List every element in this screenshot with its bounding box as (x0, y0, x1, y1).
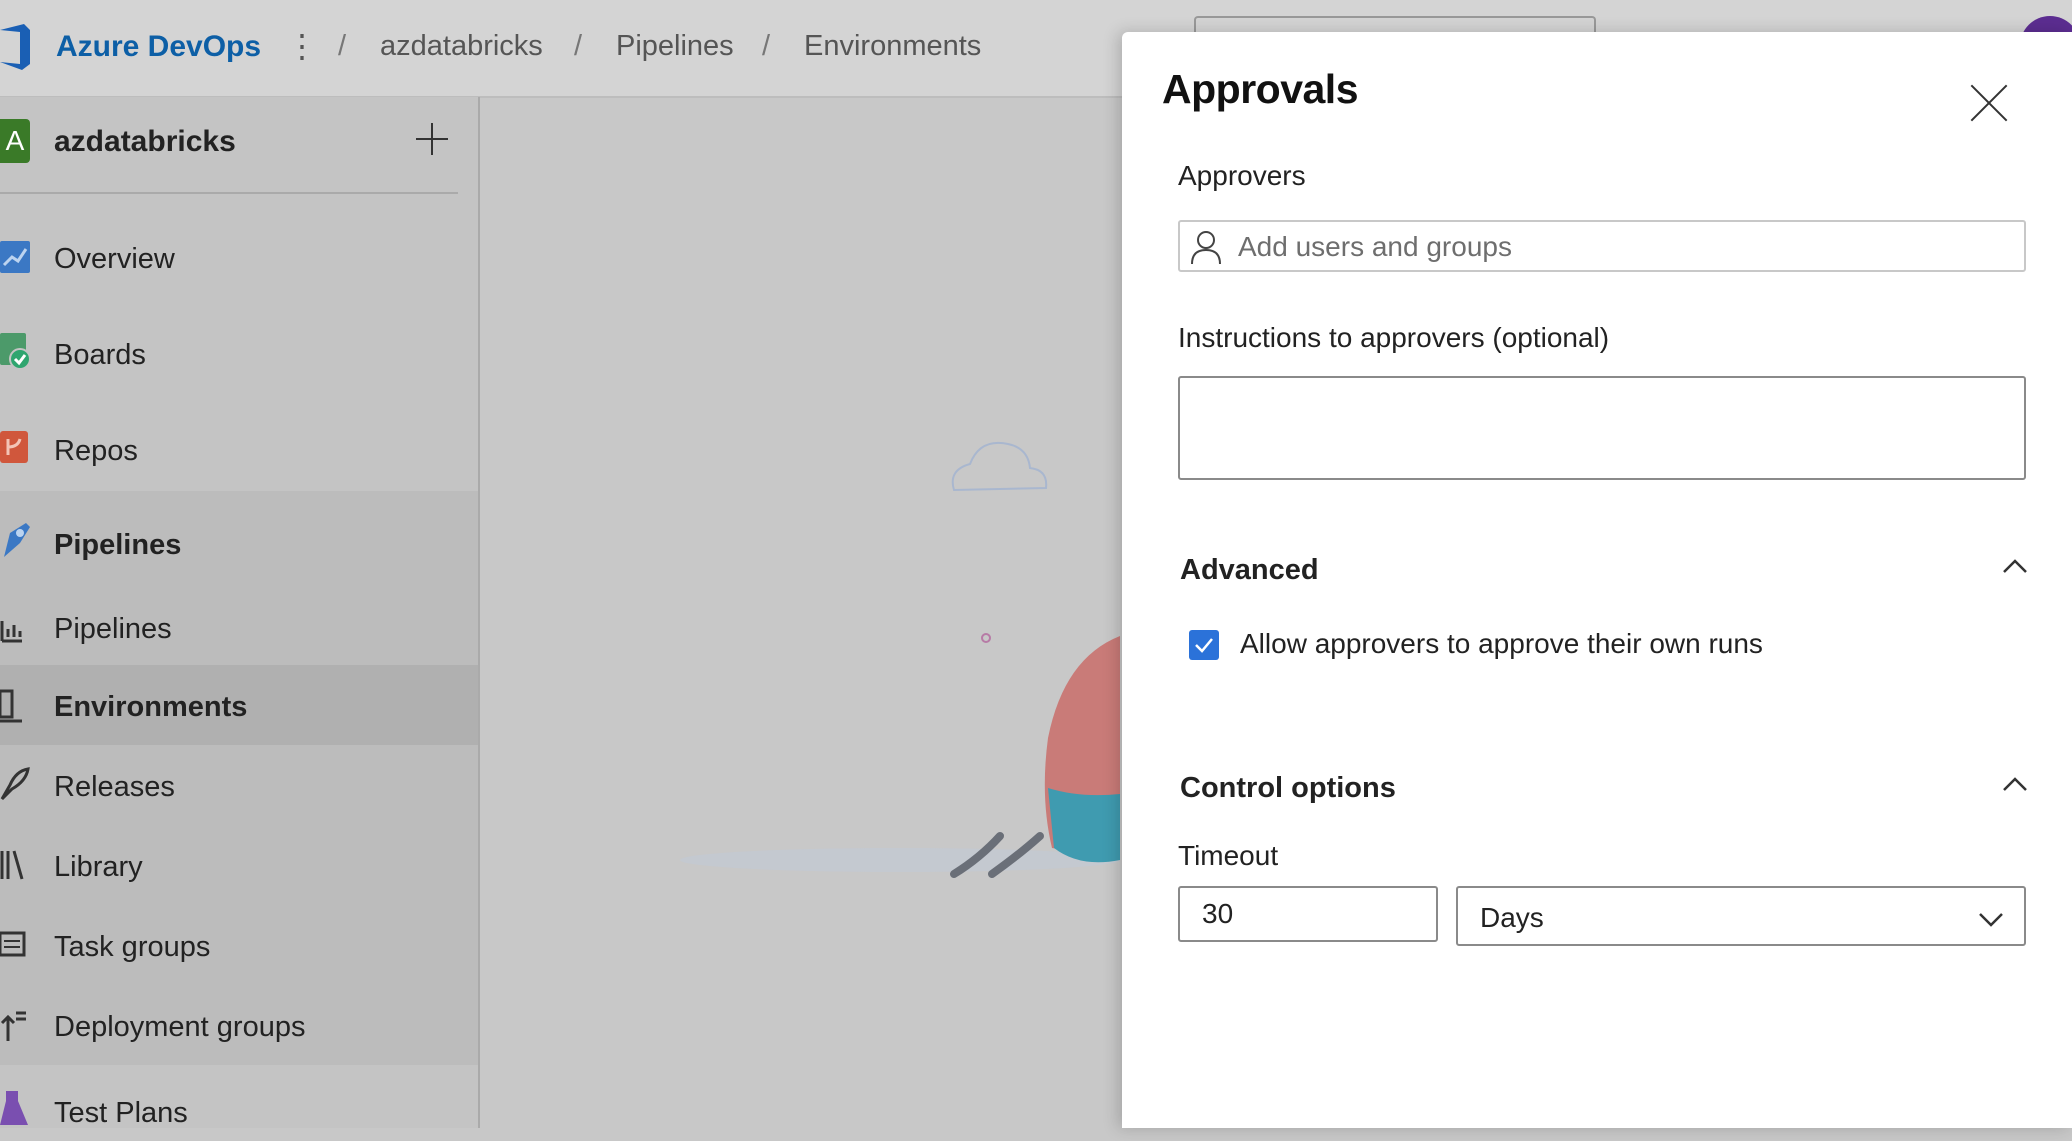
sidebar-divider (0, 192, 458, 194)
breadcrumb-separator: / (762, 30, 771, 62)
task-groups-icon (0, 931, 26, 957)
sidebar-item-label: Test Plans (54, 1097, 188, 1129)
sidebar-item-label: Pipelines (54, 613, 172, 645)
sidebar-item-pipelines-sub[interactable]: Pipelines (0, 597, 478, 657)
chevron-up-icon[interactable] (2000, 552, 2030, 582)
sidebar-item-label: Library (54, 851, 143, 883)
sidebar-item-label: Releases (54, 771, 175, 803)
sidebar: A azdatabricks Overview Boards Repos Pip… (0, 97, 480, 1129)
breadcrumb-separator: / (574, 30, 583, 62)
control-options-section-title[interactable]: Control options (1180, 772, 1396, 805)
library-icon (0, 850, 24, 880)
approvers-field[interactable] (1178, 220, 2026, 272)
deployment-groups-icon (0, 1011, 26, 1041)
project-badge[interactable]: A (0, 119, 30, 163)
approvers-input[interactable] (1236, 228, 2000, 266)
empty-state-illustration (680, 442, 1120, 878)
breadcrumb-separator: / (338, 30, 347, 62)
project-name[interactable]: azdatabricks (54, 125, 236, 159)
sidebar-item-label: Overview (54, 243, 175, 275)
advanced-section-title[interactable]: Advanced (1180, 554, 1319, 587)
brand-link[interactable]: Azure DevOps (56, 30, 261, 64)
test-plans-icon (0, 1091, 28, 1125)
panel-title: Approvals (1162, 66, 1359, 112)
sidebar-item-environments[interactable]: Environments (0, 675, 478, 735)
person-icon (1191, 231, 1221, 264)
breadcrumb-project[interactable]: azdatabricks (380, 30, 543, 63)
instructions-label: Instructions to approvers (optional) (1178, 322, 1610, 353)
breadcrumb-pipelines[interactable]: Pipelines (616, 30, 734, 63)
sidebar-item-label: Pipelines (54, 529, 182, 561)
sidebar-item-repos[interactable]: Repos (0, 419, 478, 479)
azure-devops-logo-icon[interactable] (0, 22, 32, 72)
sidebar-item-label: Boards (54, 339, 146, 371)
close-icon[interactable] (1968, 82, 2010, 124)
boards-icon (0, 333, 31, 370)
sidebar-item-library[interactable]: Library (0, 835, 478, 895)
sidebar-item-task-groups[interactable]: Task groups (0, 915, 478, 975)
overview-icon (0, 241, 30, 273)
pipelines-icon (4, 523, 30, 557)
main-content (480, 98, 1120, 1128)
sidebar-item-pipelines[interactable]: Pipelines (0, 513, 478, 573)
sidebar-item-label: Repos (54, 435, 138, 467)
timeout-label: Timeout (1178, 840, 1279, 871)
sidebar-item-deployment-groups[interactable]: Deployment groups (0, 995, 478, 1055)
approvers-label: Approvers (1178, 160, 1306, 191)
timeout-input[interactable] (1178, 886, 1438, 942)
allow-own-runs-label[interactable]: Allow approvers to approve their own run… (1240, 628, 1763, 660)
more-options-icon[interactable]: ⋮ (286, 26, 318, 66)
sidebar-item-label: Environments (54, 691, 248, 723)
timeout-unit-value: Days (1480, 902, 1544, 933)
repos-icon (0, 431, 28, 463)
environments-icon (0, 689, 22, 723)
checkmark-icon (1195, 638, 1213, 653)
sidebar-item-label: Deployment groups (54, 1011, 306, 1043)
sidebar-item-label: Task groups (54, 931, 211, 963)
breadcrumb-environments[interactable]: Environments (804, 30, 981, 63)
instructions-textarea[interactable] (1178, 376, 2026, 480)
sidebar-item-boards[interactable]: Boards (0, 323, 478, 383)
add-icon[interactable] (410, 117, 454, 161)
sidebar-item-test-plans[interactable]: Test Plans (0, 1081, 478, 1141)
releases-icon (0, 767, 30, 801)
approvals-panel: Approvals Approvers Instructions to appr… (1122, 32, 2072, 1128)
sidebar-item-overview[interactable]: Overview (0, 227, 478, 287)
allow-own-runs-checkbox[interactable] (1189, 630, 1219, 660)
chevron-up-icon[interactable] (2000, 770, 2030, 800)
pipeline-sub-icon (0, 621, 22, 643)
timeout-unit-dropdown[interactable]: Days (1456, 886, 2026, 946)
chevron-down-icon (1979, 913, 2003, 927)
sidebar-item-releases[interactable]: Releases (0, 755, 478, 815)
